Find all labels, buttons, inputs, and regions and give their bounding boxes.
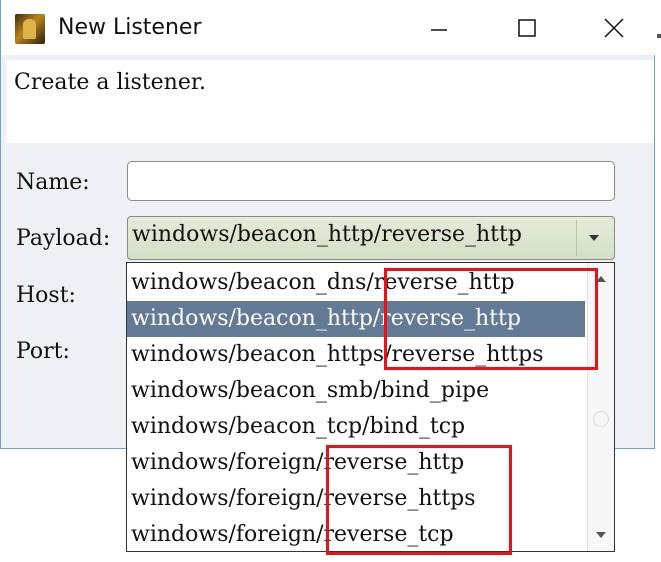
dropdown-option-selected[interactable]: windows/beacon_http/reverse_http — [127, 301, 585, 337]
minimize-icon — [431, 29, 447, 31]
maximize-icon — [518, 19, 536, 37]
close-button[interactable] — [591, 8, 637, 48]
scrollbar-grip[interactable] — [593, 411, 609, 427]
host-label: Host: — [16, 283, 76, 308]
window-edge — [655, 0, 661, 449]
payload-selected-value: windows/beacon_http/reverse_http — [132, 222, 522, 247]
payload-dropdown-list[interactable]: windows/beacon_dns/reverse_http windows/… — [126, 262, 615, 552]
scroll-down-button[interactable] — [588, 523, 614, 547]
app-logo-icon — [15, 14, 45, 44]
description-panel: Create a listener. — [6, 60, 654, 143]
close-icon — [604, 18, 624, 38]
payload-label: Payload: — [16, 226, 111, 251]
dropdown-option[interactable]: windows/beacon_tcp/bind_tcp — [127, 409, 585, 445]
minimize-button[interactable] — [416, 8, 462, 48]
scroll-up-icon — [596, 276, 606, 282]
scroll-down-icon — [596, 532, 606, 538]
description-text: Create a listener. — [14, 70, 206, 95]
name-input[interactable] — [127, 161, 615, 201]
dropdown-option[interactable]: windows/beacon_smb/bind_pipe — [127, 373, 585, 409]
dropdown-option[interactable]: windows/foreign/reverse_tcp — [127, 517, 585, 553]
name-label: Name: — [16, 170, 90, 195]
dropdown-scrollbar[interactable] — [587, 263, 614, 551]
dropdown-option[interactable]: windows/foreign/reverse_https — [127, 481, 585, 517]
background-area — [0, 449, 126, 562]
dropdown-option[interactable]: windows/beacon_https/reverse_https — [127, 337, 585, 373]
window-title: New Listener — [58, 15, 202, 40]
dropdown-option[interactable]: windows/foreign/reverse_http — [127, 445, 585, 481]
payload-select[interactable]: windows/beacon_http/reverse_http — [127, 216, 615, 260]
maximize-button[interactable] — [504, 8, 550, 48]
payload-dropdown-button[interactable] — [576, 220, 611, 256]
port-label: Port: — [16, 339, 70, 364]
scroll-up-button[interactable] — [588, 267, 614, 291]
title-bar[interactable]: New Listener — [1, 0, 656, 55]
chevron-down-icon — [589, 235, 599, 241]
dropdown-option[interactable]: windows/beacon_dns/reverse_http — [127, 265, 585, 301]
